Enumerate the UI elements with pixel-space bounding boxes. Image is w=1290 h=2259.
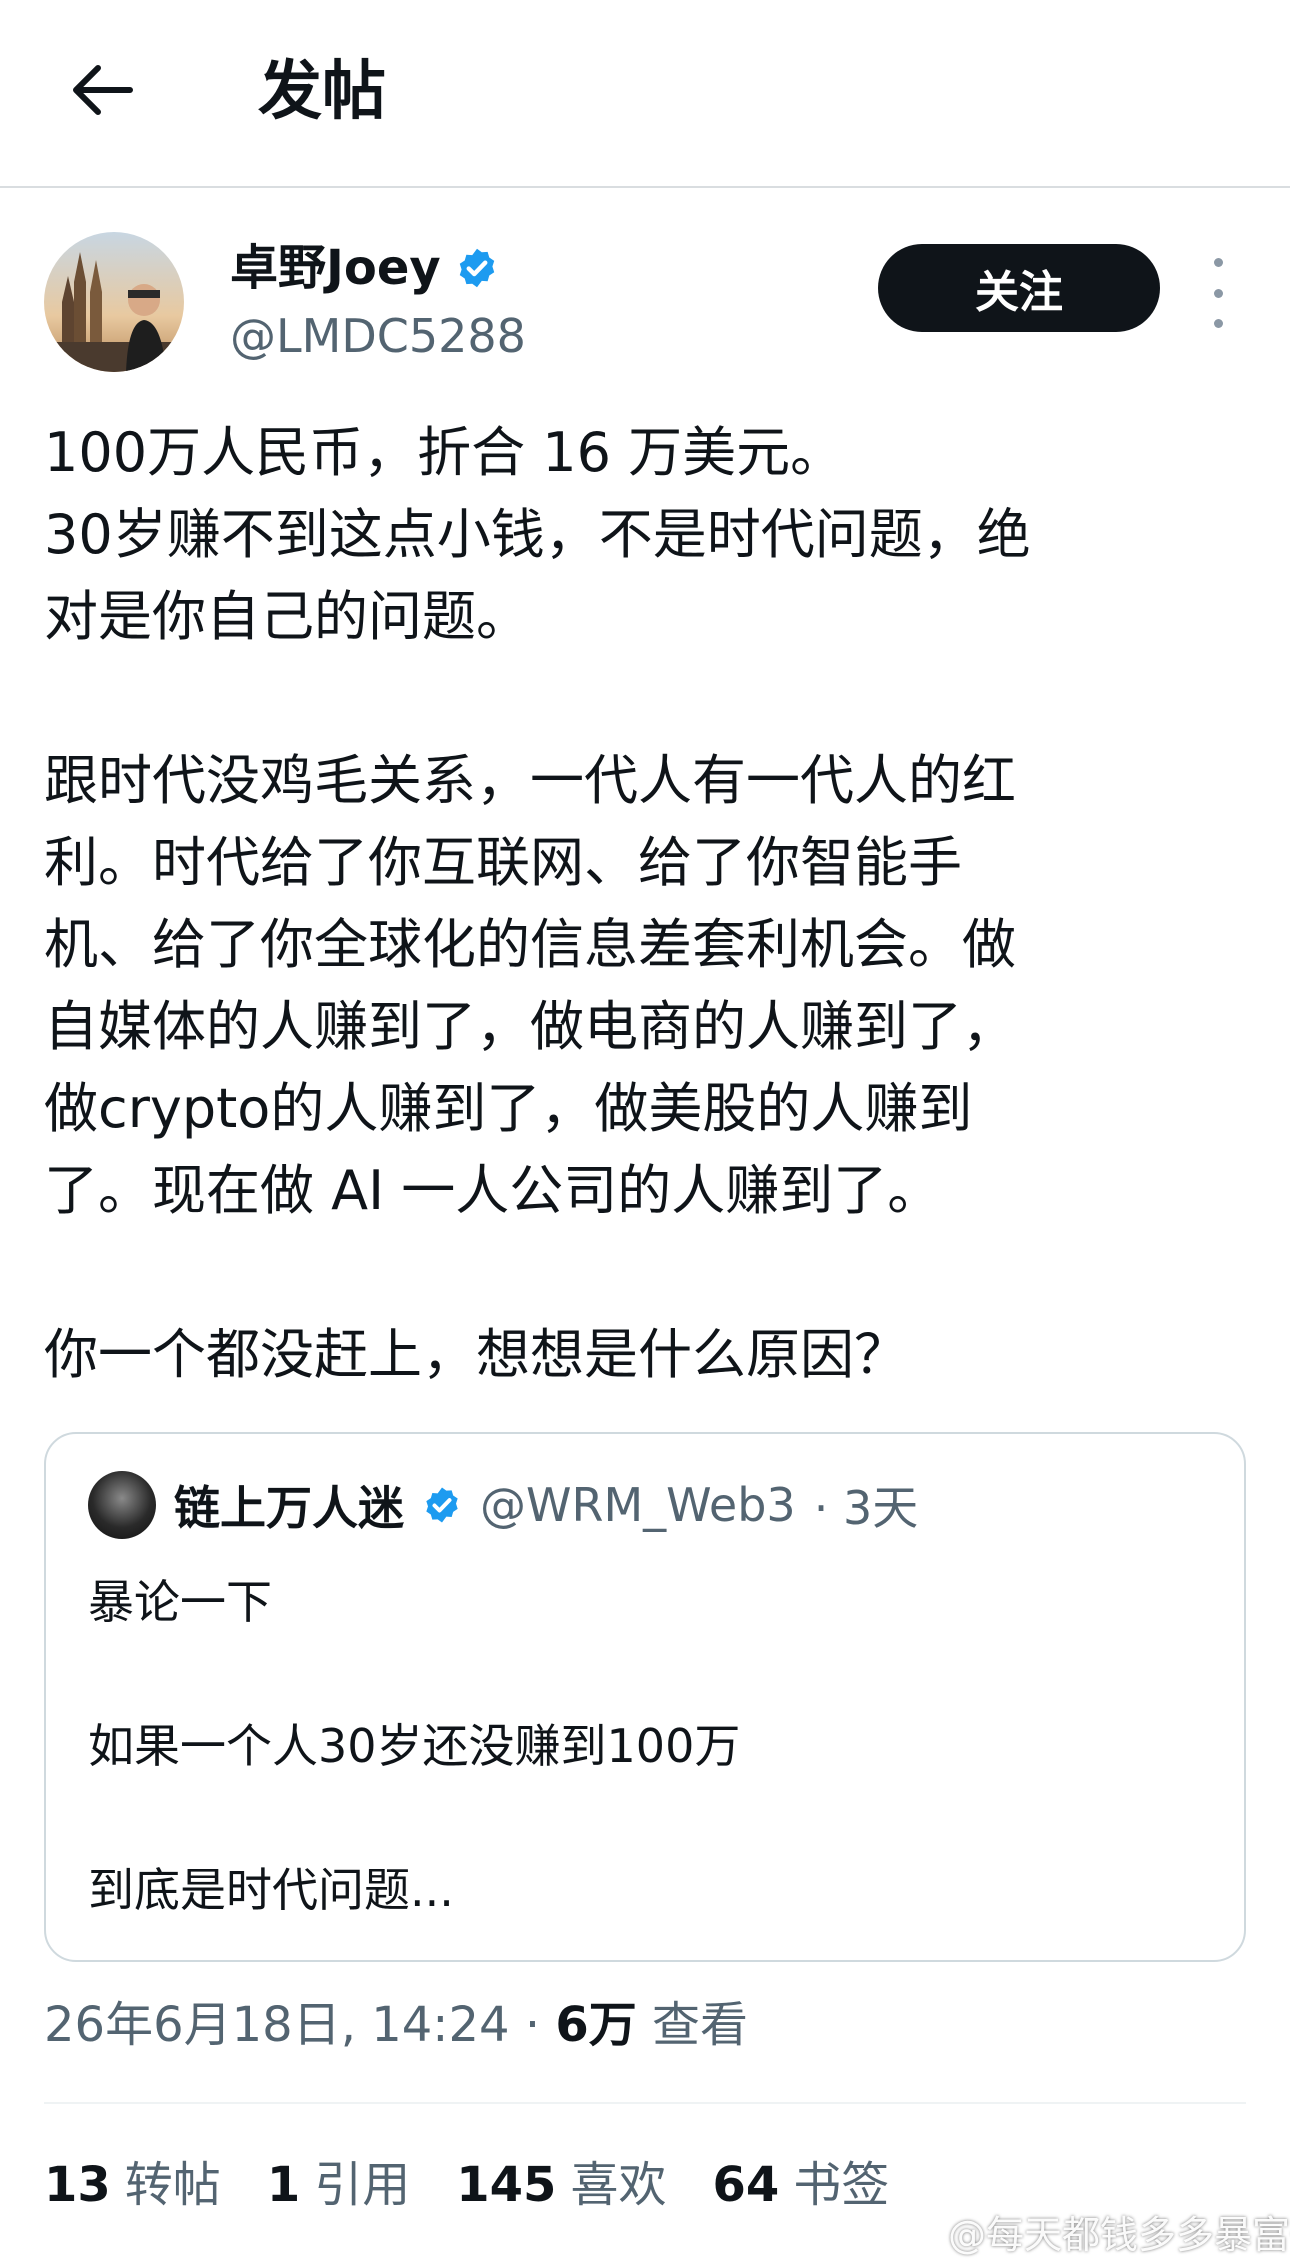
more-dot-icon (1213, 319, 1223, 328)
verified-badge-icon (426, 1487, 458, 1523)
post-line: 你一个都没赶上，想想是什么原因？ (44, 1323, 908, 1386)
reposts-label: 转帖 (124, 2157, 221, 2213)
post-line: 机、给了你全球化的信息差套利机会。做 (44, 913, 1016, 976)
weibo-logo-icon (897, 2218, 938, 2248)
bookmarks-stat[interactable]: 64 书签 (712, 2150, 889, 2220)
watermark: @每天都钱多多暴富鹤 (896, 2204, 1290, 2259)
post-meta: 26年6月18日, 14:24 · 6万 查看 (44, 1990, 748, 2060)
avatar-image (44, 232, 184, 372)
page-title: 发帖 (258, 55, 386, 129)
meta-separator: · (524, 1997, 541, 2053)
quotes-label: 引用 (314, 2157, 411, 2213)
reposts-stat[interactable]: 13 转帖 (44, 2150, 221, 2220)
author-name-text: 卓野Joey (230, 240, 441, 296)
top-bar: 发帖 (0, 0, 1290, 188)
quoted-post-body: 暴论一下 如果一个人30岁还没赚到100万 到底是时代问题... (88, 1566, 1198, 1926)
quoted-line: 到底是时代问题... (88, 1863, 454, 1917)
post-line: 跟时代没鸡毛关系，一代人有一代人的红 (44, 749, 1016, 812)
engagement-stats: 13 转帖 1 引用 145 喜欢 64 书签 (44, 2150, 889, 2220)
likes-count: 145 (456, 2157, 557, 2213)
arrow-left-icon (73, 65, 133, 115)
avatar[interactable] (44, 232, 184, 372)
post-line: 自媒体的人赚到了，做电商的人赚到了， (44, 995, 1016, 1058)
post-line: 对是你自己的问题。 (44, 585, 530, 648)
more-options-button[interactable] (1200, 258, 1236, 328)
quoted-line: 暴论一下 (88, 1575, 272, 1629)
more-dot-icon (1213, 288, 1223, 298)
likes-label: 喜欢 (570, 2157, 667, 2213)
post-datetime[interactable]: 26年6月18日, 14:24 (44, 1997, 510, 2053)
author-row: 卓野Joey @LMDC5288 关注 (0, 226, 1290, 386)
post-line: 了。现在做 AI 一人公司的人赚到了。 (44, 1159, 942, 1222)
bookmarks-count: 64 (712, 2157, 780, 2213)
post-line: 100万人民币，折合 16 万美元。 (44, 421, 845, 484)
more-dot-icon (1213, 258, 1223, 267)
verified-badge-icon (459, 248, 494, 288)
quoted-post-header: 链上万人迷 @WRM_Web3 · 3天 (88, 1470, 918, 1540)
quoted-author-handle: @WRM_Web3 (480, 1478, 796, 1532)
divider (44, 2102, 1246, 2104)
watermark-text: @每天都钱多多暴富鹤 (948, 2213, 1290, 2257)
quoted-line: 如果一个人30岁还没赚到100万 (88, 1719, 741, 1773)
follow-button[interactable]: 关注 (878, 244, 1160, 332)
likes-stat[interactable]: 145 喜欢 (456, 2150, 666, 2220)
bookmarks-label: 书签 (793, 2157, 890, 2213)
reposts-count: 13 (44, 2157, 111, 2213)
quoted-author-name: 链上万人迷 (174, 1481, 404, 1535)
post-body: 100万人民币，折合 16 万美元。 30岁赚不到这点小钱，不是时代问题，绝 对… (44, 412, 1254, 1396)
post-line: 30岁赚不到这点小钱，不是时代问题，绝 (44, 503, 1031, 566)
quoted-post-time: · 3天 (813, 1481, 919, 1535)
post-line: 做crypto的人赚到了，做美股的人赚到 (44, 1077, 973, 1140)
quotes-stat[interactable]: 1 引用 (267, 2150, 410, 2220)
back-button[interactable] (62, 50, 142, 130)
quoted-post-card[interactable]: 链上万人迷 @WRM_Web3 · 3天 暴论一下 如果一个人30岁还没赚到10… (44, 1432, 1246, 1962)
post-line: 利。时代给了你互联网、给了你智能手 (44, 831, 962, 894)
views-count: 6万 (555, 1997, 637, 2053)
quotes-count: 1 (266, 2157, 301, 2213)
author-name[interactable]: 卓野Joey (230, 238, 499, 298)
author-handle[interactable]: @LMDC5288 (230, 306, 526, 366)
quoted-avatar (88, 1471, 156, 1539)
views-label: 查看 (652, 1997, 749, 2053)
